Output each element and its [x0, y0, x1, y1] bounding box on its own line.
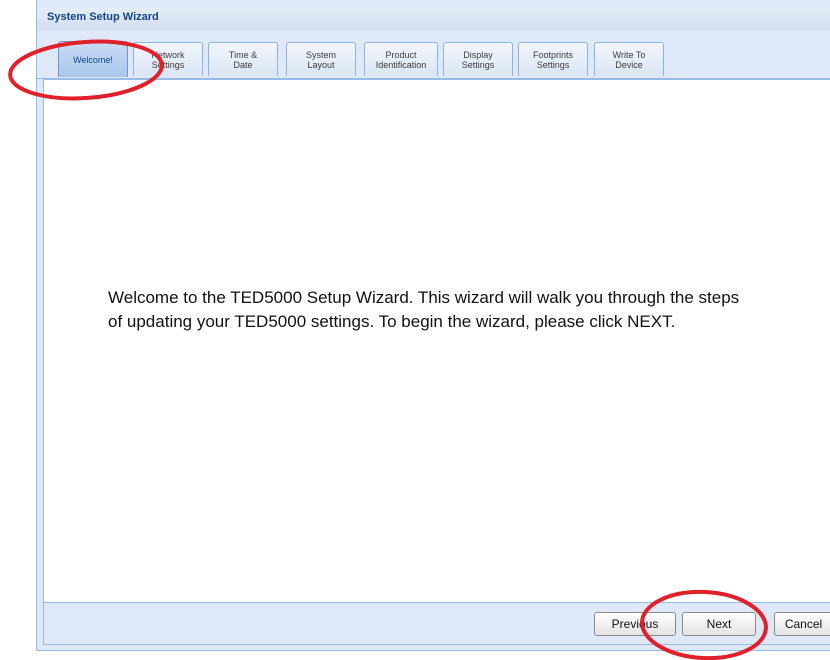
next-button[interactable]: Next	[682, 612, 756, 636]
window-title: System Setup Wizard	[47, 11, 159, 23]
tab-time-date[interactable]: Time & Date	[208, 42, 278, 76]
wizard-content-panel: Welcome to the TED5000 Setup Wizard. Thi…	[43, 79, 830, 603]
setup-wizard-window: System Setup Wizard Welcome! Network Set…	[36, 0, 830, 651]
tab-product-identification[interactable]: Product Identification	[364, 42, 438, 76]
wizard-footer: Previous Next Cancel	[43, 603, 830, 645]
cancel-button[interactable]: Cancel	[774, 612, 830, 636]
tab-write-to-device[interactable]: Write To Device	[594, 42, 664, 76]
title-bar: System Setup Wizard	[37, 8, 830, 30]
tab-welcome[interactable]: Welcome!	[58, 41, 128, 77]
tab-system-layout[interactable]: System Layout	[286, 42, 356, 76]
tab-network-settings[interactable]: Network Settings	[133, 42, 203, 76]
welcome-message: Welcome to the TED5000 Setup Wizard. Thi…	[108, 288, 740, 331]
tab-display-settings[interactable]: Display Settings	[443, 42, 513, 76]
tab-footprints-settings[interactable]: Footprints Settings	[518, 42, 588, 76]
previous-button[interactable]: Previous	[594, 612, 676, 636]
wizard-tab-bar: Welcome! Network Settings Time & Date Sy…	[37, 30, 830, 79]
